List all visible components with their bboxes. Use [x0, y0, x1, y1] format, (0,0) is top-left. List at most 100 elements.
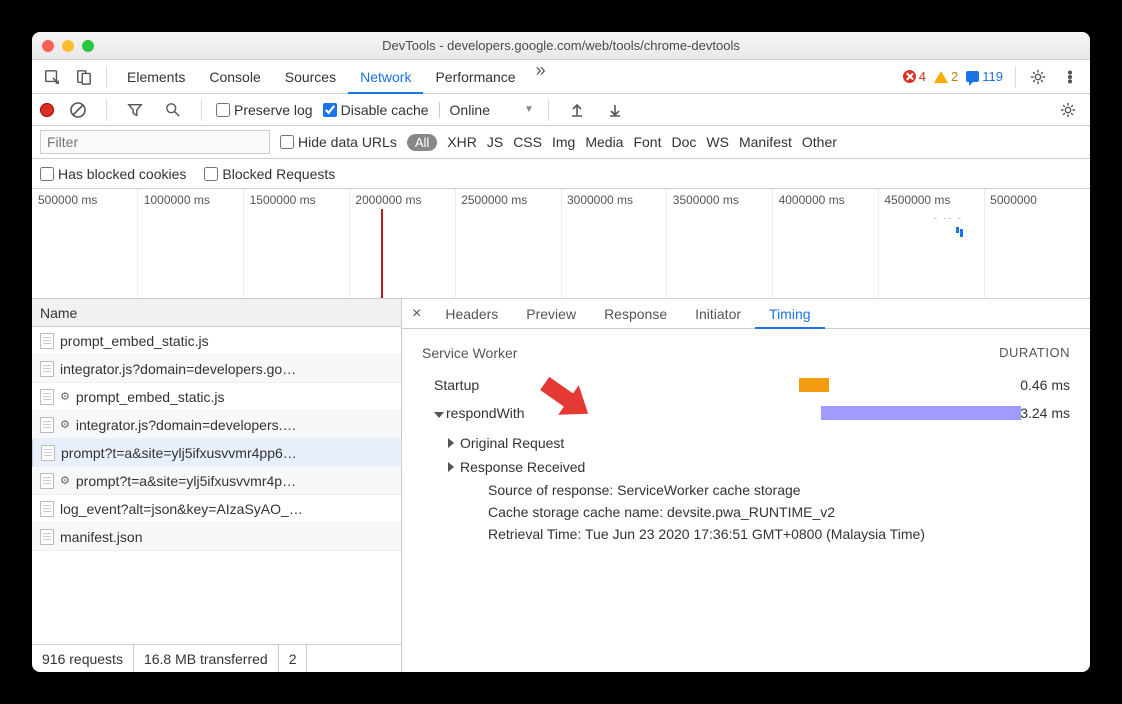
tab-headers[interactable]: Headers [431, 299, 512, 328]
close-window-button[interactable] [42, 40, 54, 52]
tab-timing[interactable]: Timing [755, 299, 825, 328]
request-row[interactable]: manifest.json [32, 523, 401, 551]
window-title: DevTools - developers.google.com/web/too… [32, 38, 1090, 53]
upload-har-icon[interactable] [563, 97, 591, 123]
filter-media[interactable]: Media [585, 134, 623, 150]
tab-sources[interactable]: Sources [273, 60, 348, 93]
filter-input[interactable] [40, 130, 270, 154]
blocked-requests-checkbox[interactable]: Blocked Requests [204, 166, 335, 182]
more-tabs-button[interactable]: » [528, 60, 554, 93]
inspect-icon[interactable] [38, 64, 66, 90]
errors-badge[interactable]: 4 [903, 69, 926, 84]
messages-badge[interactable]: 119 [966, 69, 1003, 84]
filter-other[interactable]: Other [802, 134, 837, 150]
device-toggle-icon[interactable] [70, 64, 98, 90]
detail-pane: × Headers Preview Response Initiator Tim… [402, 299, 1090, 672]
tab-network[interactable]: Network [348, 60, 423, 93]
request-row[interactable]: integrator.js?domain=developers.go… [32, 355, 401, 383]
filter-checks-row: Has blocked cookies Blocked Requests [32, 159, 1090, 189]
request-list: prompt_embed_static.js integrator.js?dom… [32, 327, 401, 644]
maximize-window-button[interactable] [82, 40, 94, 52]
tab-elements[interactable]: Elements [115, 60, 197, 93]
timing-bar-startup [799, 378, 829, 392]
timing-row-respondwith[interactable]: respondWith 3.24 ms [422, 399, 1070, 427]
preserve-log-checkbox[interactable]: Preserve log [216, 102, 313, 118]
file-icon [40, 417, 54, 433]
hide-data-urls-checkbox[interactable]: Hide data URLs [280, 134, 397, 150]
message-icon [966, 71, 979, 82]
record-button[interactable] [40, 103, 54, 117]
duration-header: DURATION [999, 345, 1070, 361]
file-icon [40, 389, 54, 405]
blocked-cookies-checkbox[interactable]: Has blocked cookies [40, 166, 186, 182]
filter-js[interactable]: JS [487, 134, 503, 150]
original-request-row[interactable]: Original Request [448, 431, 1070, 455]
tab-console[interactable]: Console [197, 60, 272, 93]
gear-icon: ⚙ [60, 390, 70, 403]
retrieval-time: Retrieval Time: Tue Jun 23 2020 17:36:51… [448, 523, 1070, 545]
timeline-activity: - -- - [934, 213, 963, 223]
respondwith-details: Original Request Response Received Sourc… [422, 431, 1070, 545]
file-icon [40, 333, 54, 349]
response-received-row[interactable]: Response Received [448, 455, 1070, 479]
main-split: Name prompt_embed_static.js integrator.j… [32, 299, 1090, 672]
console-badges: 4 2 119 [903, 69, 1003, 84]
traffic-lights [42, 40, 94, 52]
timeline-overview[interactable]: 500000 ms 1000000 ms 1500000 ms 2000000 … [32, 189, 1090, 299]
close-detail-button[interactable]: × [402, 305, 431, 323]
request-row[interactable]: prompt?t=a&site=ylj5ifxusvvmr4pp6… [32, 439, 401, 467]
throttle-select[interactable]: Online ▼ [439, 102, 534, 118]
filter-img[interactable]: Img [552, 134, 575, 150]
chevron-right-icon [448, 438, 454, 448]
request-row[interactable]: ⚙prompt?t=a&site=ylj5ifxusvvmr4p… [32, 467, 401, 495]
filter-icon[interactable] [121, 97, 149, 123]
gear-icon: ⚙ [60, 474, 70, 487]
request-row[interactable]: prompt_embed_static.js [32, 327, 401, 355]
timeline-dot [956, 227, 959, 233]
filter-manifest[interactable]: Manifest [739, 134, 792, 150]
request-row[interactable]: ⚙integrator.js?domain=developers.… [32, 411, 401, 439]
chevron-down-icon: ▼ [524, 104, 534, 115]
tab-preview[interactable]: Preview [512, 299, 590, 328]
search-icon[interactable] [159, 97, 187, 123]
file-icon [40, 361, 54, 377]
chevron-down-icon [434, 412, 444, 418]
filter-ws[interactable]: WS [706, 134, 729, 150]
filter-xhr[interactable]: XHR [447, 134, 477, 150]
settings-icon[interactable] [1024, 64, 1052, 90]
section-title: Service Worker [422, 345, 517, 361]
warning-icon [934, 71, 948, 83]
gear-icon: ⚙ [60, 418, 70, 431]
file-icon [41, 445, 55, 461]
requests-pane: Name prompt_embed_static.js integrator.j… [32, 299, 402, 672]
request-row[interactable]: ⚙prompt_embed_static.js [32, 383, 401, 411]
file-icon [40, 501, 54, 517]
tab-performance[interactable]: Performance [423, 60, 527, 93]
timeline-dot [960, 229, 963, 237]
filter-font[interactable]: Font [633, 134, 661, 150]
file-icon [40, 529, 54, 545]
transferred-size: 16.8 MB transferred [134, 645, 279, 672]
timing-bar-respondwith [821, 406, 1021, 420]
error-icon [903, 70, 916, 83]
name-column-header[interactable]: Name [32, 299, 401, 327]
download-har-icon[interactable] [601, 97, 629, 123]
disable-cache-checkbox[interactable]: Disable cache [323, 102, 429, 118]
warnings-badge[interactable]: 2 [934, 69, 958, 84]
network-settings-icon[interactable] [1054, 97, 1082, 123]
titlebar: DevTools - developers.google.com/web/too… [32, 32, 1090, 60]
filter-bar: Hide data URLs All XHR JS CSS Img Media … [32, 126, 1090, 159]
main-tabs-bar: Elements Console Sources Network Perform… [32, 60, 1090, 94]
tab-response[interactable]: Response [590, 299, 681, 328]
minimize-window-button[interactable] [62, 40, 74, 52]
timeline-marker [381, 209, 383, 298]
filter-css[interactable]: CSS [513, 134, 542, 150]
timing-row-startup: Startup 0.46 ms [422, 371, 1070, 399]
clear-button[interactable] [64, 97, 92, 123]
filter-all[interactable]: All [407, 134, 437, 151]
status-bar: 916 requests 16.8 MB transferred 2 [32, 644, 401, 672]
filter-doc[interactable]: Doc [671, 134, 696, 150]
tab-initiator[interactable]: Initiator [681, 299, 755, 328]
kebab-menu-icon[interactable] [1056, 64, 1084, 90]
request-row[interactable]: log_event?alt=json&key=AIzaSyAO_… [32, 495, 401, 523]
